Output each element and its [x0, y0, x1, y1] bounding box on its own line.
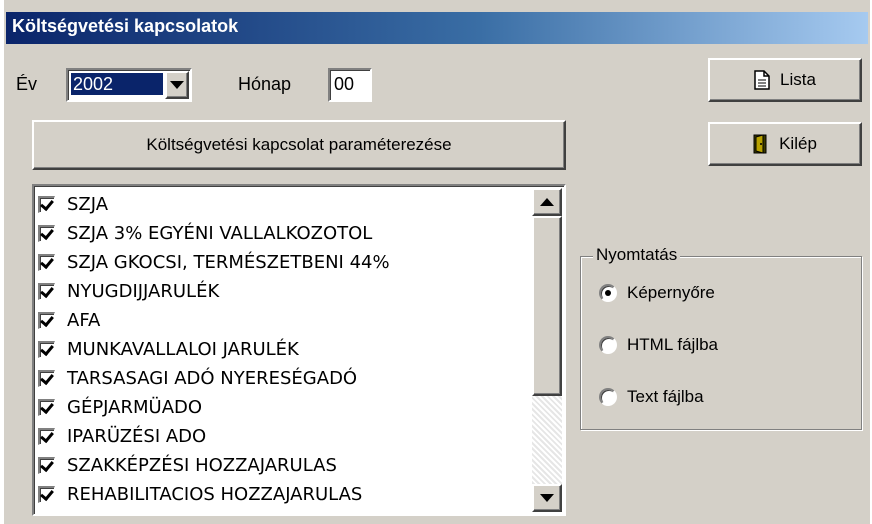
- radio-button[interactable]: [599, 336, 617, 354]
- list-item[interactable]: SZJA 3% EGYÉNI VALLALKOZOTOL: [38, 219, 372, 248]
- item-label: IPARÜZÉSI ADO: [67, 426, 207, 447]
- item-label: SZJA: [67, 194, 109, 215]
- print-option-label: HTML fájlba: [627, 335, 719, 354]
- item-label: NYUGDIJJARULÉK: [67, 281, 220, 302]
- kilep-button-label: Kilép: [779, 134, 817, 153]
- item-checkbox[interactable]: [38, 370, 55, 387]
- list-item[interactable]: NYUGDIJJARULÉK: [38, 277, 219, 306]
- item-label: TARSASAGI ADÓ NYERESÉGADÓ: [67, 368, 358, 389]
- radio-button[interactable]: [599, 388, 617, 406]
- item-label: AFA: [67, 310, 101, 331]
- year-combobox[interactable]: 2002: [66, 68, 192, 102]
- print-option[interactable]: HTML fájlba: [599, 335, 718, 355]
- list-item[interactable]: SZJA: [38, 190, 108, 219]
- vertical-scrollbar[interactable]: [532, 188, 562, 512]
- print-groupbox: Nyomtatás Képernyőre HTML fájlba Text fájl…: [580, 245, 862, 430]
- lista-button-label: Lista: [780, 70, 816, 89]
- exit-door-icon: [753, 134, 767, 154]
- list-item[interactable]: TARSASAGI ADÓ NYERESÉGADÓ: [38, 364, 357, 393]
- window-title: Költségvetési kapcsolatok: [12, 16, 239, 36]
- item-label: GÉPJARMÜADO: [67, 397, 203, 418]
- list-item[interactable]: REHABILITACIOS HOZZAJARULAS: [38, 480, 362, 509]
- parameterize-button-label: Költségvetési kapcsolat paraméterezése: [146, 135, 452, 154]
- year-label: Év: [16, 74, 38, 94]
- print-option[interactable]: Képernyőre: [599, 283, 715, 303]
- item-checkbox[interactable]: [38, 196, 55, 213]
- print-option[interactable]: Text fájlba: [599, 387, 704, 407]
- radio-button[interactable]: [599, 284, 617, 302]
- chevron-down-icon: [170, 81, 184, 89]
- item-label: SZJA GKOCSI, TERMÉSZETBENI 44%: [67, 252, 390, 273]
- kilep-button[interactable]: Kilép: [708, 122, 862, 166]
- print-option-label: Képernyőre: [627, 283, 715, 302]
- item-label: REHABILITACIOS HOZZAJARULAS: [67, 484, 363, 505]
- year-value: 2002: [71, 73, 163, 95]
- item-checkbox[interactable]: [38, 341, 55, 358]
- year-dropdown-button[interactable]: [165, 71, 189, 99]
- title-bar: Költségvetési kapcsolatok: [6, 12, 868, 44]
- item-checklist[interactable]: SZJA SZJA 3% EGYÉNI VALLALKOZOTOL SZJA GKO…: [32, 184, 566, 516]
- month-input[interactable]: 00: [328, 68, 372, 102]
- print-option-label: Text fájlba: [627, 387, 704, 406]
- scroll-thumb[interactable]: [532, 216, 562, 396]
- list-item[interactable]: AFA: [38, 306, 100, 335]
- month-value: 00: [334, 74, 355, 94]
- item-label: MUNKAVALLALOI JARULÉK: [67, 339, 299, 360]
- item-checkbox[interactable]: [38, 399, 55, 416]
- item-label: SZJA 3% EGYÉNI VALLALKOZOTOL: [67, 223, 373, 244]
- item-checkbox[interactable]: [38, 312, 55, 329]
- item-checkbox[interactable]: [38, 283, 55, 300]
- scroll-up-button[interactable]: [532, 188, 562, 216]
- list-item[interactable]: MUNKAVALLALOI JARULÉK: [38, 335, 299, 364]
- list-item[interactable]: SZAKKÉPZÉSI HOZZAJARULAS: [38, 451, 337, 480]
- list-item[interactable]: GÉPJARMÜADO: [38, 393, 202, 422]
- chevron-down-icon: [540, 494, 554, 502]
- item-checkbox[interactable]: [38, 225, 55, 242]
- document-icon: [754, 70, 770, 90]
- print-group-title: Nyomtatás: [593, 245, 681, 265]
- item-checkbox[interactable]: [38, 428, 55, 445]
- chevron-up-icon: [540, 198, 554, 206]
- scroll-down-button[interactable]: [532, 484, 562, 512]
- list-item[interactable]: IPARÜZÉSI ADO: [38, 422, 206, 451]
- item-checkbox[interactable]: [38, 486, 55, 503]
- parameterize-button[interactable]: Költségvetési kapcsolat paraméterezése: [32, 120, 566, 170]
- item-checkbox[interactable]: [38, 457, 55, 474]
- month-label: Hónap: [238, 74, 292, 94]
- item-label: SZAKKÉPZÉSI HOZZAJARULAS: [67, 455, 337, 476]
- lista-button[interactable]: Lista: [708, 58, 862, 102]
- item-checkbox[interactable]: [38, 254, 55, 271]
- list-item[interactable]: SZJA GKOCSI, TERMÉSZETBENI 44%: [38, 248, 390, 277]
